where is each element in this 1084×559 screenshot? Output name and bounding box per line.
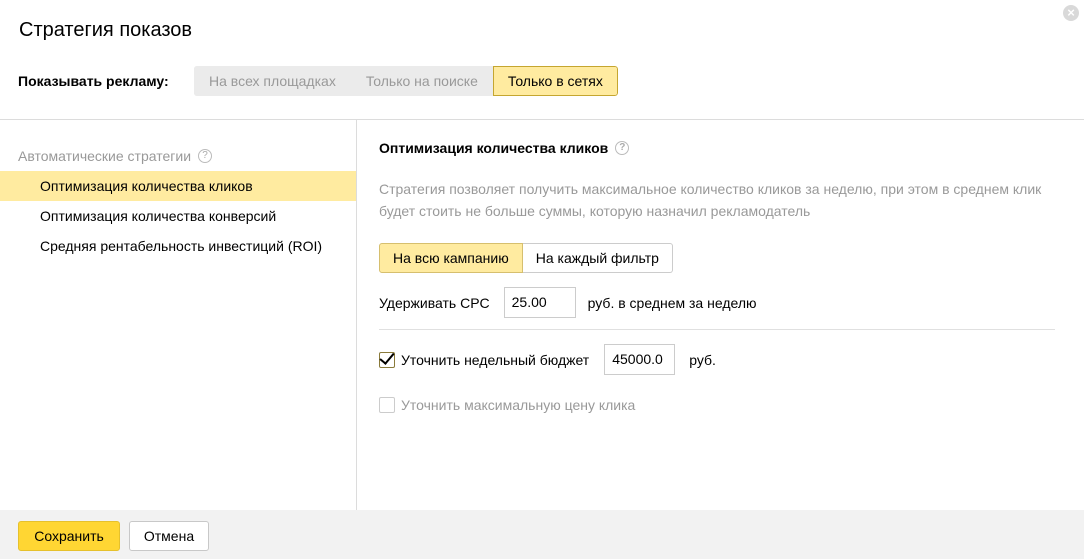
save-button[interactable]: Сохранить (18, 521, 120, 551)
weekly-budget-suffix: руб. (689, 351, 716, 368)
close-icon[interactable]: × (1063, 5, 1079, 21)
strategy-dialog: × Стратегия показов Показывать рекламу: … (0, 0, 1084, 559)
weekly-budget-input[interactable]: 45000.0 (604, 344, 676, 375)
scope-segmented-control: На всю кампанию На каждый фильтр (379, 243, 673, 273)
cpc-input[interactable]: 25.00 (503, 287, 576, 318)
show-ads-segmented-control: На всех площадках Только на поиске Тольк… (194, 66, 618, 96)
show-ads-row: Показывать рекламу: На всех площадках То… (18, 66, 618, 96)
sidebar-divider (356, 119, 357, 510)
section-divider (379, 329, 1055, 330)
sidebar-header: Автоматические стратегии ? (18, 148, 213, 164)
sidebar-item-roi[interactable]: Средняя рентабельность инвестиций (ROI) (0, 231, 356, 261)
header-divider (0, 119, 1084, 120)
sidebar-header-label: Автоматические стратегии (18, 148, 192, 164)
help-icon[interactable]: ? (615, 141, 630, 155)
strategy-title: Оптимизация количества кликов ? (379, 140, 630, 156)
weekly-budget-label[interactable]: Уточнить недельный бюджет (401, 352, 589, 368)
cpc-label: Удерживать CPC (379, 294, 490, 311)
cpc-row: Удерживать CPC 25.00 руб. в среднем за н… (379, 287, 756, 318)
max-click-price-row: Уточнить максимальную цену клика (379, 395, 635, 415)
sidebar-item-click-optimization[interactable]: Оптимизация количества кликов (0, 171, 356, 201)
cancel-button[interactable]: Отмена (129, 521, 209, 551)
show-all-sites-button[interactable]: На всех площадках (194, 66, 351, 96)
show-search-only-button[interactable]: Только на поиске (350, 66, 493, 96)
show-networks-only-button[interactable]: Только в сетях (492, 66, 618, 96)
strategy-description: Стратегия позволяет получить максимально… (379, 181, 1042, 219)
max-click-price-checkbox[interactable] (379, 397, 395, 413)
scope-each-filter-button[interactable]: На каждый фильтр (522, 243, 673, 273)
weekly-budget-row: Уточнить недельный бюджет 45000.0 руб. (379, 344, 716, 375)
show-ads-label: Показывать рекламу: (18, 73, 169, 89)
help-icon[interactable]: ? (198, 149, 213, 163)
cpc-suffix: руб. в среднем за неделю (587, 294, 757, 311)
scope-whole-campaign-button[interactable]: На всю кампанию (379, 243, 523, 273)
max-click-price-label[interactable]: Уточнить максимальную цену клика (401, 397, 635, 413)
dialog-title: Стратегия показов (19, 19, 193, 41)
weekly-budget-checkbox[interactable] (379, 351, 395, 368)
strategy-title-label: Оптимизация количества кликов (379, 140, 609, 156)
sidebar-item-conversion-optimization[interactable]: Оптимизация количества конверсий (0, 201, 356, 231)
